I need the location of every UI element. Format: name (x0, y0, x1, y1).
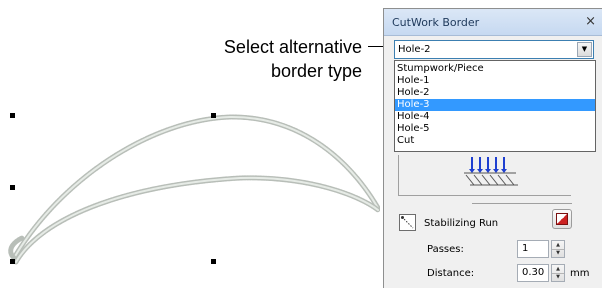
option-cut[interactable]: Cut (395, 135, 595, 147)
callout-text-line2: border type (270, 61, 362, 81)
option-hole-3[interactable]: Hole-3 (395, 99, 595, 111)
selection-handle-mid-left[interactable] (10, 185, 15, 190)
stabilizing-run-icon (399, 214, 416, 231)
embroidery-shape (8, 114, 380, 265)
distance-input[interactable]: 0.30 (517, 264, 549, 282)
dropdown-arrow-icon[interactable]: ▼ (577, 42, 592, 57)
option-hole-2[interactable]: Hole-2 (395, 87, 595, 99)
distance-unit: mm (570, 268, 590, 279)
close-icon[interactable]: × (585, 14, 596, 29)
option-hole-5[interactable]: Hole-5 (395, 123, 595, 135)
stitch-preview-icon (464, 157, 518, 186)
passes-spinner[interactable]: ▲ ▼ (551, 240, 565, 258)
border-type-dropdown: Stumpwork/Piece Hole-1 Hole-2 Hole-3 Hol… (394, 60, 596, 152)
stabilizing-run-toggle[interactable] (552, 209, 572, 229)
option-hole-1[interactable]: Hole-1 (395, 75, 595, 87)
panel-title: CutWork Border (392, 16, 480, 29)
border-type-value: Hole-2 (398, 44, 431, 55)
option-stumpwork-piece[interactable]: Stumpwork/Piece (395, 63, 595, 75)
selection-handle-top-left[interactable] (10, 113, 15, 118)
selection-handle-top-mid[interactable] (211, 113, 216, 118)
option-hole-4[interactable]: Hole-4 (395, 111, 595, 123)
selection-handle-bottom-mid[interactable] (211, 259, 216, 264)
border-type-select[interactable]: Hole-2 ▼ (394, 40, 594, 59)
cutwork-border-panel: CutWork Border × Hole-2 ▼ Stumpwork/Piec… (383, 8, 602, 288)
distance-label: Distance: (427, 268, 475, 279)
passes-label: Passes: (427, 244, 464, 255)
selection-handle-bottom-left[interactable] (10, 259, 15, 264)
panel-titlebar: CutWork Border × (384, 9, 602, 36)
passes-input[interactable]: 1 (517, 240, 549, 258)
spin-down-icon[interactable]: ▼ (552, 249, 564, 257)
stabilizing-run-label: Stabilizing Run (424, 218, 499, 229)
spin-down-icon[interactable]: ▼ (552, 273, 564, 281)
distance-spinner[interactable]: ▲ ▼ (551, 264, 565, 282)
stabilizing-color-icon (556, 213, 568, 225)
section-divider (472, 203, 572, 204)
callout-text-line1: Select alternative (223, 37, 362, 57)
